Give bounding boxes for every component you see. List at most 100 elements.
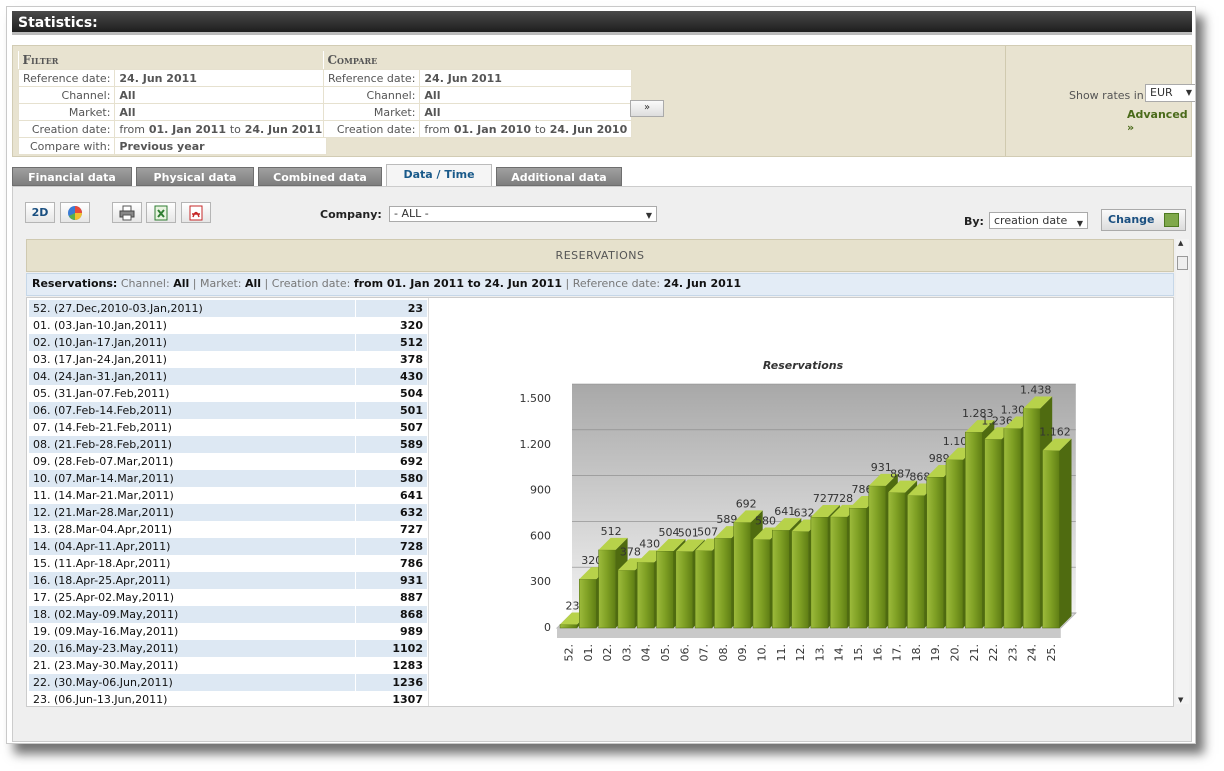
week-label: 18. (02.May-09.May,2011) xyxy=(29,606,356,623)
compare-channel-label: Channel: xyxy=(322,86,421,104)
bar-front xyxy=(984,439,1002,629)
week-label: 11. (14.Mar-21.Mar,2011) xyxy=(33,489,174,502)
pdf-export-button[interactable] xyxy=(181,202,211,223)
week-value: 501 xyxy=(354,402,427,419)
table-row: 17. (25.Apr-02.May,2011) 887 xyxy=(29,589,427,606)
bar-front xyxy=(868,485,887,629)
bar-front xyxy=(849,507,867,629)
tab-physical-data[interactable]: Physical data xyxy=(136,167,254,186)
tab-financial-data[interactable]: Financial data xyxy=(12,167,132,186)
week-value: 23 xyxy=(354,300,427,317)
bar-value-label: 580 xyxy=(755,514,776,527)
bar-front xyxy=(772,529,790,629)
x-tick-label: 20. xyxy=(949,644,962,662)
filter-creation-to: 24. Jun 2011 xyxy=(244,122,323,136)
filter-reference-value: 24. Jun 2011 xyxy=(114,69,328,87)
change-button[interactable]: Change xyxy=(1101,209,1186,231)
week-label: 22. (30.May-06.Jun,2011) xyxy=(29,674,356,691)
vertical-scrollbar[interactable]: ▲ ▼ xyxy=(1176,239,1189,704)
y-tick-label: 600 xyxy=(530,529,551,542)
scroll-down-arrow-icon[interactable]: ▼ xyxy=(1178,696,1183,704)
table-row: 08. (21.Feb-28.Feb,2011) 589 xyxy=(29,436,427,453)
bar-value-label: 887 xyxy=(890,468,911,481)
page-title: Statistics: xyxy=(12,11,1192,35)
scroll-thumb[interactable] xyxy=(1177,256,1188,270)
bar-value-label: 512 xyxy=(601,525,622,538)
report-heading: RESERVATIONS xyxy=(26,239,1174,272)
x-tick-label: 16. xyxy=(871,644,884,662)
compare-table: Compare Reference date: 24. Jun 2011 Cha… xyxy=(322,51,633,138)
tab-additional-data[interactable]: Additional data xyxy=(496,167,622,186)
company-select[interactable]: - ALL - xyxy=(389,206,657,223)
tab-data-time[interactable]: Data / Time xyxy=(386,164,492,187)
compare-channel-value: All xyxy=(419,86,633,104)
compare-go-button[interactable]: » xyxy=(630,100,664,117)
x-tick-label: 02. xyxy=(601,644,614,662)
table-row: 05. (31.Jan-07.Feb,2011) 504 xyxy=(29,385,427,402)
summary-channel: All xyxy=(173,277,190,290)
table-row: 10. (07.Mar-14.Mar,2011) 580 xyxy=(29,470,427,487)
summary-market-label: Market: xyxy=(199,277,242,290)
bar-value-label: 1.438 xyxy=(1020,383,1051,396)
x-tick-label: 11. xyxy=(775,644,788,662)
x-tick-label: 52. xyxy=(563,644,576,662)
table-row: 18. (02.May-09.May,2011) 868 xyxy=(29,606,427,623)
bar-side xyxy=(1059,438,1072,628)
week-label: 07. (14.Feb-21.Feb,2011) xyxy=(33,421,172,434)
table-chart-divider xyxy=(428,298,429,706)
scroll-up-arrow-icon[interactable]: ▲ xyxy=(1178,239,1183,247)
table-row: 23. (06.Jun-13.Jun,2011) 1307 xyxy=(29,691,427,706)
week-label: 01. (03.Jan-10.Jan,2011) xyxy=(33,319,167,332)
week-value: 580 xyxy=(354,470,427,487)
table-row: 07. (14.Feb-21.Feb,2011) 507 xyxy=(29,419,427,436)
group-by-select[interactable]: creation date xyxy=(989,212,1088,231)
week-label: 23. (06.Jun-13.Jun,2011) xyxy=(33,693,168,706)
summary-market: All xyxy=(245,277,262,290)
x-tick-label: 19. xyxy=(929,644,942,662)
x-tick-label: 04. xyxy=(640,644,653,662)
x-tick-label: 12. xyxy=(794,644,807,662)
tab-bar: Financial data Physical data Combined da… xyxy=(12,164,1192,187)
2d-toggle-button[interactable]: 2D xyxy=(25,202,55,223)
filter-compare-with-value: Previous year xyxy=(114,137,328,155)
change-button-label: Change xyxy=(1108,213,1155,226)
currency-select[interactable]: EUR xyxy=(1145,84,1195,102)
tab-combined-data[interactable]: Combined data xyxy=(258,167,382,186)
by-label: By: xyxy=(964,215,984,228)
filter-creation-label: Creation date: xyxy=(17,120,116,138)
bar-value-label: 378 xyxy=(620,545,641,558)
table-row: 21. (23.May-30.May,2011) 1283 xyxy=(29,657,427,674)
excel-export-button[interactable] xyxy=(146,202,176,223)
week-label: 20. (16.May-23.May,2011) xyxy=(29,640,356,657)
week-label: 08. (21.Feb-28.Feb,2011) xyxy=(29,436,356,453)
x-tick-label: 07. xyxy=(698,644,711,662)
x-tick-label: 25. xyxy=(1045,644,1058,662)
x-tick-label: 08. xyxy=(717,644,730,662)
week-label: 05. (31.Jan-07.Feb,2011) xyxy=(33,387,170,400)
week-value: 1283 xyxy=(354,657,427,674)
x-tick-label: 10. xyxy=(756,644,769,662)
report-data-area: 52. (27.Dec,2010-03.Jan,2011) 23 01. (03.J… xyxy=(26,297,1174,707)
compare-creation-to: 24. Jun 2010 xyxy=(549,122,628,136)
week-value: 692 xyxy=(354,453,427,470)
bar-value-label: 23 xyxy=(566,599,580,612)
bar-front xyxy=(907,495,925,629)
advanced-link[interactable]: Advanced » xyxy=(1127,108,1191,134)
week-label: 16. (18.Apr-25.Apr,2011) xyxy=(29,572,356,589)
bar-front xyxy=(694,550,713,629)
bar-front xyxy=(965,431,983,629)
print-button[interactable] xyxy=(112,202,142,223)
x-tick-label: 21. xyxy=(968,644,981,662)
pie-chart-button[interactable] xyxy=(60,202,90,223)
bar-value-label: 641 xyxy=(774,505,795,518)
week-value: 378 xyxy=(354,351,427,368)
week-value: 786 xyxy=(354,555,427,572)
bar-front xyxy=(1042,450,1060,629)
bar-front xyxy=(714,537,732,629)
bar-front xyxy=(752,539,771,629)
week-label: 52. (27.Dec,2010-03.Jan,2011) xyxy=(29,300,356,317)
bar-value-label: 931 xyxy=(871,461,892,474)
compare-creation-from: 01. Jan 2010 xyxy=(453,122,531,136)
week-label: 09. (28.Feb-07.Mar,2011) xyxy=(33,455,174,468)
compare-creation-label: Creation date: xyxy=(322,120,421,138)
